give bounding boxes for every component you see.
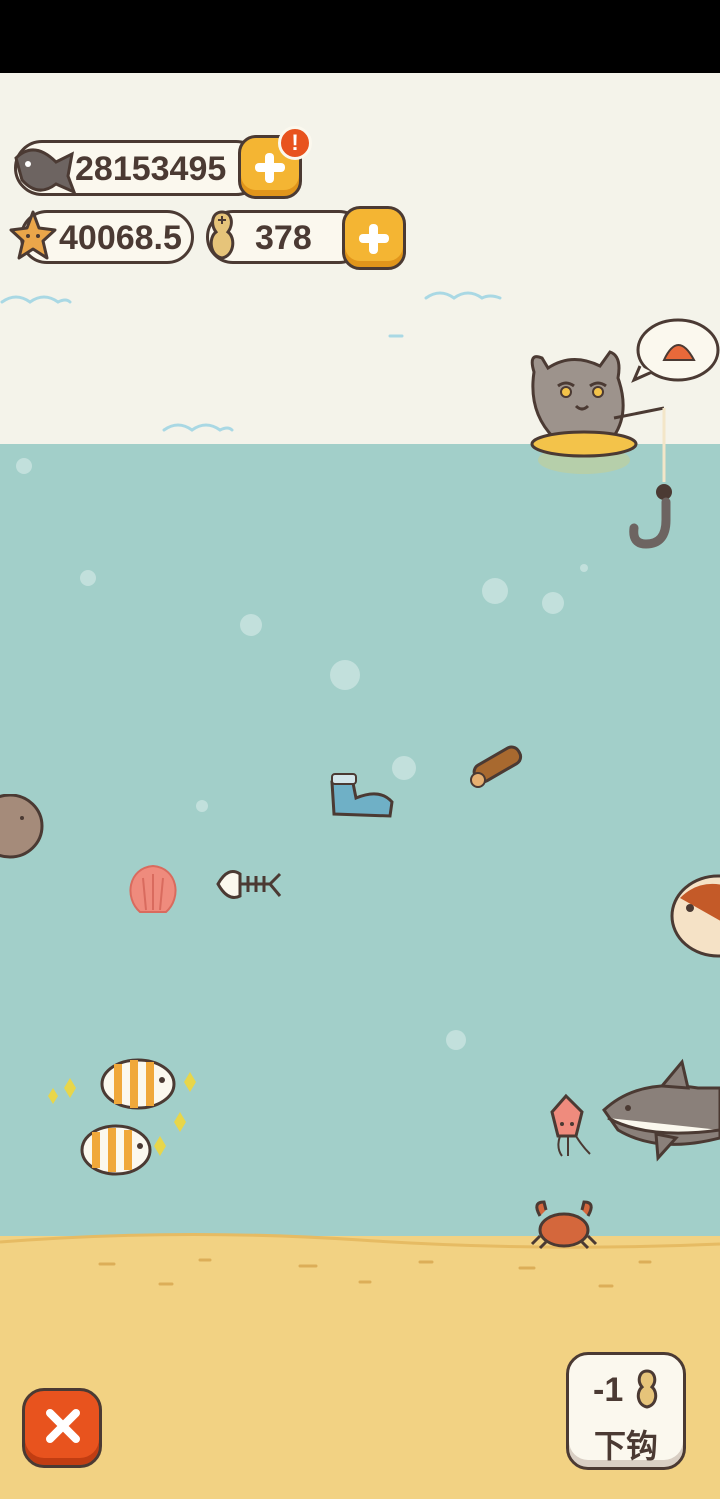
cat-fisher [530, 318, 720, 549]
bubble [542, 592, 564, 614]
pufferfish-right[interactable] [666, 874, 720, 960]
squid[interactable] [546, 1092, 602, 1162]
butterflyfish-school[interactable] [34, 1050, 204, 1186]
bait-currency-value: 378 [255, 219, 312, 257]
shell-item[interactable] [124, 860, 182, 920]
driftwood-item[interactable] [466, 734, 526, 792]
bubble [16, 458, 32, 474]
fish-icon [14, 148, 76, 195]
peanut-cost-icon [636, 1369, 658, 1409]
star-currency-value: 40068.5 [59, 219, 182, 257]
add-bait-button[interactable] [342, 206, 406, 270]
notification-badge: ! [278, 126, 312, 160]
close-button[interactable] [22, 1388, 102, 1468]
cast-label: 下钩 [593, 1428, 658, 1464]
sand-edge [0, 1232, 720, 1314]
bubble [196, 800, 208, 812]
cast-hook-button[interactable]: -1 下钩 [566, 1352, 686, 1470]
pufferfish-left[interactable] [0, 794, 46, 860]
bubble [80, 570, 96, 586]
bubble [580, 564, 588, 572]
boot-item[interactable] [326, 768, 400, 826]
status-bar [0, 0, 720, 73]
bubble [240, 614, 262, 636]
bubble [446, 1030, 466, 1050]
starfish-icon [9, 210, 57, 260]
cast-cost: -1 [593, 1371, 624, 1409]
fishbone-item[interactable] [214, 860, 284, 910]
crab[interactable] [528, 1196, 600, 1250]
bubble [330, 660, 360, 690]
peanut-bait-icon [209, 210, 235, 260]
bubble [482, 578, 508, 604]
close-icon [46, 1409, 80, 1443]
fish-currency-value: 28153495 [75, 150, 227, 188]
shark[interactable] [598, 1058, 720, 1164]
